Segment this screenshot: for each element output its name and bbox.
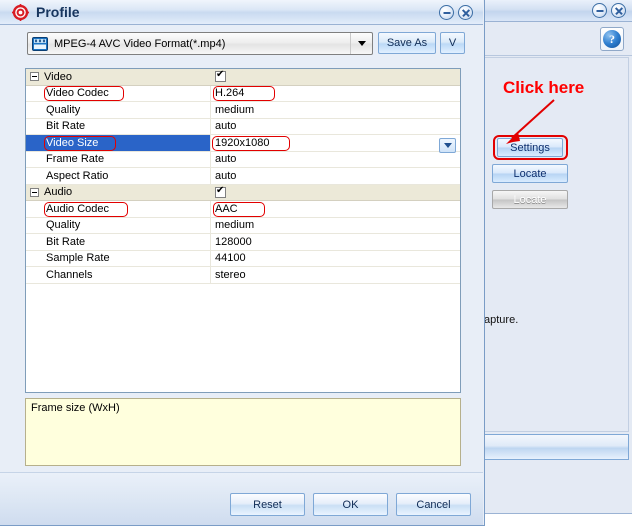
click-here-annotation: Click here [503, 78, 585, 97]
row-label: Audio Codec [26, 201, 211, 217]
dialog-titlebar: Profile [0, 0, 483, 25]
table-row[interactable]: Quality medium [26, 217, 460, 234]
group-label: Video [44, 70, 72, 83]
table-row[interactable]: Channels stereo [26, 267, 460, 284]
format-combobox[interactable]: MPEG-4 AVC Video Format(*.mp4) [27, 32, 373, 55]
row-value[interactable]: 128000 [211, 234, 460, 250]
row-value[interactable]: auto [211, 168, 460, 184]
row-value[interactable]: H.264 [211, 86, 460, 102]
row-label: Bit Rate [26, 234, 211, 250]
grid-group-row-audio[interactable]: Audio [26, 184, 460, 201]
format-value: MPEG-4 AVC Video Format(*.mp4) [54, 37, 226, 50]
row-value[interactable]: AAC [211, 201, 460, 217]
table-row[interactable]: Audio Codec AAC [26, 201, 460, 218]
minimize-icon[interactable] [592, 3, 607, 18]
collapse-icon[interactable] [30, 72, 39, 82]
background-window-description: apture. [484, 314, 519, 326]
locate-button-disabled: Locate [492, 190, 568, 209]
background-window-bottom-bar [484, 434, 629, 460]
profile-gear-icon [12, 4, 29, 21]
row-value: 1920x1080 [215, 136, 270, 149]
row-label: Quality [26, 217, 211, 233]
annotation-arrow-icon [506, 99, 555, 144]
group-label: Audio [44, 186, 73, 199]
row-label: Aspect Ratio [26, 168, 211, 184]
help-question-icon: ? [603, 30, 621, 48]
row-label: Quality [26, 102, 211, 118]
row-value[interactable]: medium [211, 218, 460, 234]
settings-grid[interactable]: Video Video Codec H.264 Quality medium B… [25, 68, 461, 393]
close-icon[interactable] [611, 3, 626, 18]
row-value[interactable]: stereo [211, 267, 460, 283]
grid-group-row-video[interactable]: Video [26, 69, 460, 86]
locate-button[interactable]: Locate [492, 164, 568, 183]
close-icon[interactable] [458, 5, 473, 20]
row-value[interactable]: auto [211, 152, 460, 168]
table-row[interactable]: Aspect Ratio auto [26, 168, 460, 185]
table-row-selected[interactable]: Video Size 1920x1080 [26, 135, 460, 153]
table-row[interactable]: Bit Rate auto [26, 118, 460, 135]
row-label: Bit Rate [26, 118, 211, 134]
table-row[interactable]: Sample Rate 44100 [26, 250, 460, 267]
help-button[interactable]: ? [600, 27, 624, 51]
profile-menu-button[interactable]: V [440, 32, 465, 54]
description-pane: Frame size (WxH) [25, 398, 461, 466]
chevron-down-icon[interactable] [350, 33, 372, 54]
collapse-icon[interactable] [30, 187, 39, 197]
audio-enabled-checkbox[interactable] [215, 185, 226, 198]
table-row[interactable]: Quality medium [26, 102, 460, 119]
dialog-button-bar: Reset OK Cancel [0, 472, 483, 525]
cancel-button[interactable]: Cancel [396, 493, 471, 516]
background-window-titlebar [480, 0, 632, 22]
table-row[interactable]: Frame Rate auto [26, 151, 460, 168]
profile-dialog: Profile MPEG-4 AVC Video Format(*.mp4) S… [0, 0, 485, 526]
row-value[interactable]: 44100 [211, 251, 460, 267]
reset-button[interactable]: Reset [230, 493, 305, 516]
row-label: Sample Rate [26, 250, 211, 266]
table-row[interactable]: Bit Rate 128000 [26, 234, 460, 251]
row-label: Channels [26, 267, 211, 283]
video-size-dropdown-icon[interactable] [439, 137, 456, 153]
row-label: Video Size [26, 135, 211, 151]
minimize-icon[interactable] [439, 5, 454, 20]
table-row[interactable]: Video Codec H.264 [26, 85, 460, 102]
page-title: Profile [36, 4, 80, 20]
row-value[interactable]: auto [211, 119, 460, 135]
save-as-button[interactable]: Save As [378, 32, 436, 54]
background-window-toolbar: ? [484, 23, 632, 56]
video-file-icon [32, 36, 48, 51]
row-value[interactable]: medium [211, 102, 460, 118]
dialog-window-controls [439, 5, 473, 20]
row-label: Frame Rate [26, 151, 211, 167]
video-enabled-checkbox[interactable] [215, 69, 226, 83]
ok-button[interactable]: OK [313, 493, 388, 516]
row-label: Video Codec [26, 85, 211, 101]
background-window-controls [592, 3, 626, 18]
format-selector-row: MPEG-4 AVC Video Format(*.mp4) Save As V [0, 26, 483, 62]
